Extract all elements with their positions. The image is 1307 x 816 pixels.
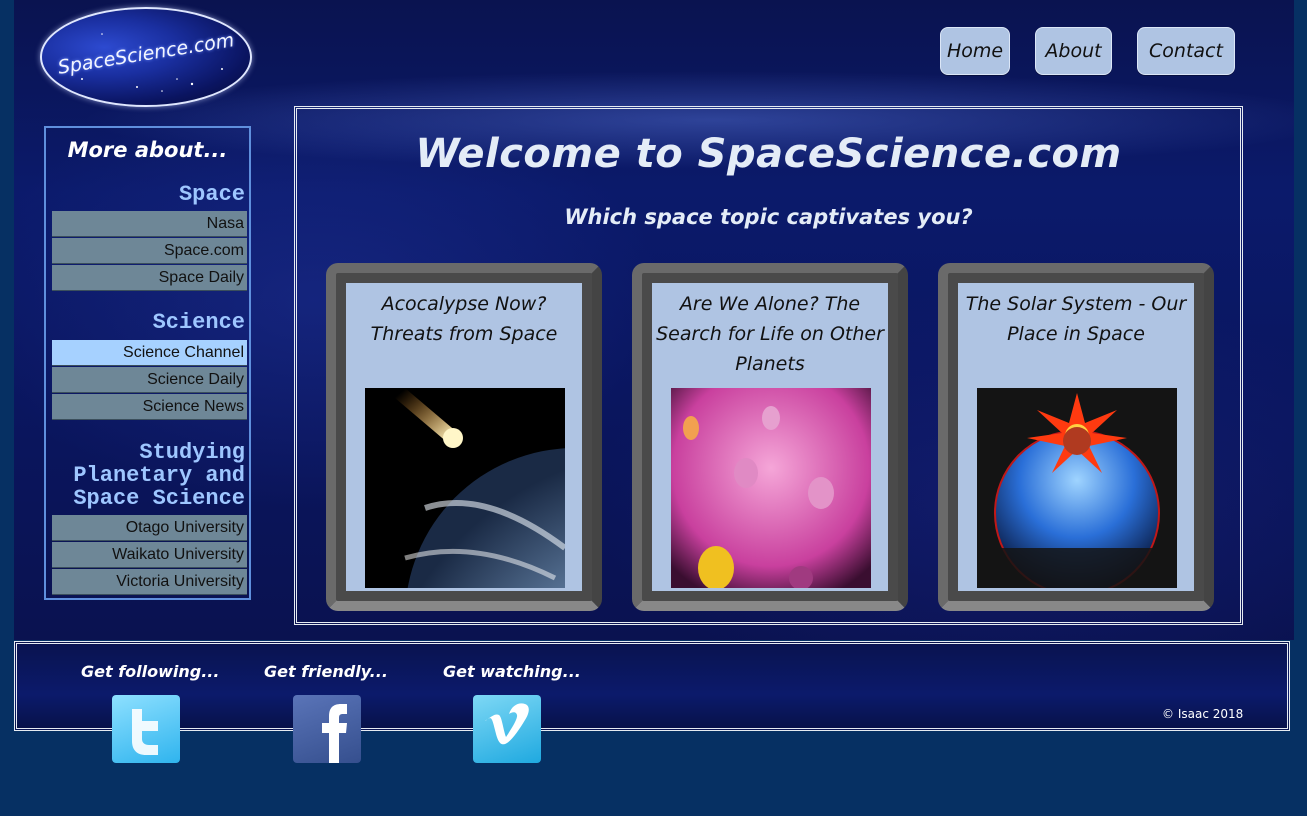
card-title: Acocalypse Now? Threats from Space (370, 293, 558, 345)
sidebar-link-science-news[interactable]: Science News (52, 394, 247, 420)
topic-card-threats[interactable]: Acocalypse Now? Threats from Space (326, 263, 602, 611)
twitter-icon[interactable] (112, 695, 180, 763)
sidebar-section-science-title: Science (152, 310, 245, 335)
nav-contact-button[interactable]: Contact (1137, 27, 1235, 75)
sidebar-link-space-daily[interactable]: Space Daily (52, 265, 247, 291)
logo-stars (81, 33, 223, 92)
sidebar-link-victoria-university[interactable]: Victoria University (52, 569, 247, 595)
page-subtitle: Which space topic captivates you? (564, 205, 973, 229)
aliens-image[interactable] (671, 388, 871, 588)
sidebar-section-studying-title-line2: Planetary and (73, 463, 245, 488)
sidebar-link-science-daily[interactable]: Science Daily (52, 367, 247, 393)
page-title: Welcome to SpaceScience.com (415, 131, 1122, 177)
copyright-text: © Isaac 2018 (1162, 707, 1244, 721)
facebook-icon[interactable] (293, 695, 361, 763)
nav-home-button[interactable]: Home (940, 27, 1010, 75)
social-label-twitter: Get following... (81, 662, 220, 681)
sidebar-link-waikato-university[interactable]: Waikato University (52, 542, 247, 568)
asteroid-earth-image[interactable] (365, 388, 565, 588)
site-logo[interactable]: SpaceScience.com (40, 7, 252, 107)
sidebar: More about... Space Nasa Space.com Space… (44, 126, 251, 600)
vimeo-icon[interactable] (473, 695, 541, 763)
nav-about-button[interactable]: About (1035, 27, 1112, 75)
social-label-facebook: Get friendly... (264, 662, 388, 681)
card-body: Acocalypse Now? Threats from Space (346, 283, 582, 591)
topic-card-life[interactable]: Are We Alone? The Search for Life on Oth… (632, 263, 908, 611)
sidebar-section-space-title: Space (178, 182, 245, 207)
sidebar-section-studying-title-line1: Studying (139, 440, 245, 465)
sidebar-section-studying-title-line3: Space Science (73, 486, 245, 511)
card-body: Are We Alone? The Search for Life on Oth… (652, 283, 888, 591)
card-title: The Solar System - Our Place in Space (965, 293, 1187, 345)
sidebar-link-science-channel[interactable]: Science Channel (52, 340, 247, 366)
card-body: The Solar System - Our Place in Space (958, 283, 1194, 591)
sidebar-link-space-com[interactable]: Space.com (52, 238, 247, 264)
sidebar-link-otago-university[interactable]: Otago University (52, 515, 247, 541)
sidebar-heading: More about... (67, 138, 228, 162)
sidebar-link-nasa[interactable]: Nasa (52, 211, 247, 237)
solar-system-image[interactable] (977, 388, 1177, 588)
topic-card-solar-system[interactable]: The Solar System - Our Place in Space (938, 263, 1214, 611)
footer (14, 641, 1290, 731)
card-title: Are We Alone? The Search for Life on Oth… (656, 293, 884, 375)
social-label-vimeo: Get watching... (443, 662, 581, 681)
